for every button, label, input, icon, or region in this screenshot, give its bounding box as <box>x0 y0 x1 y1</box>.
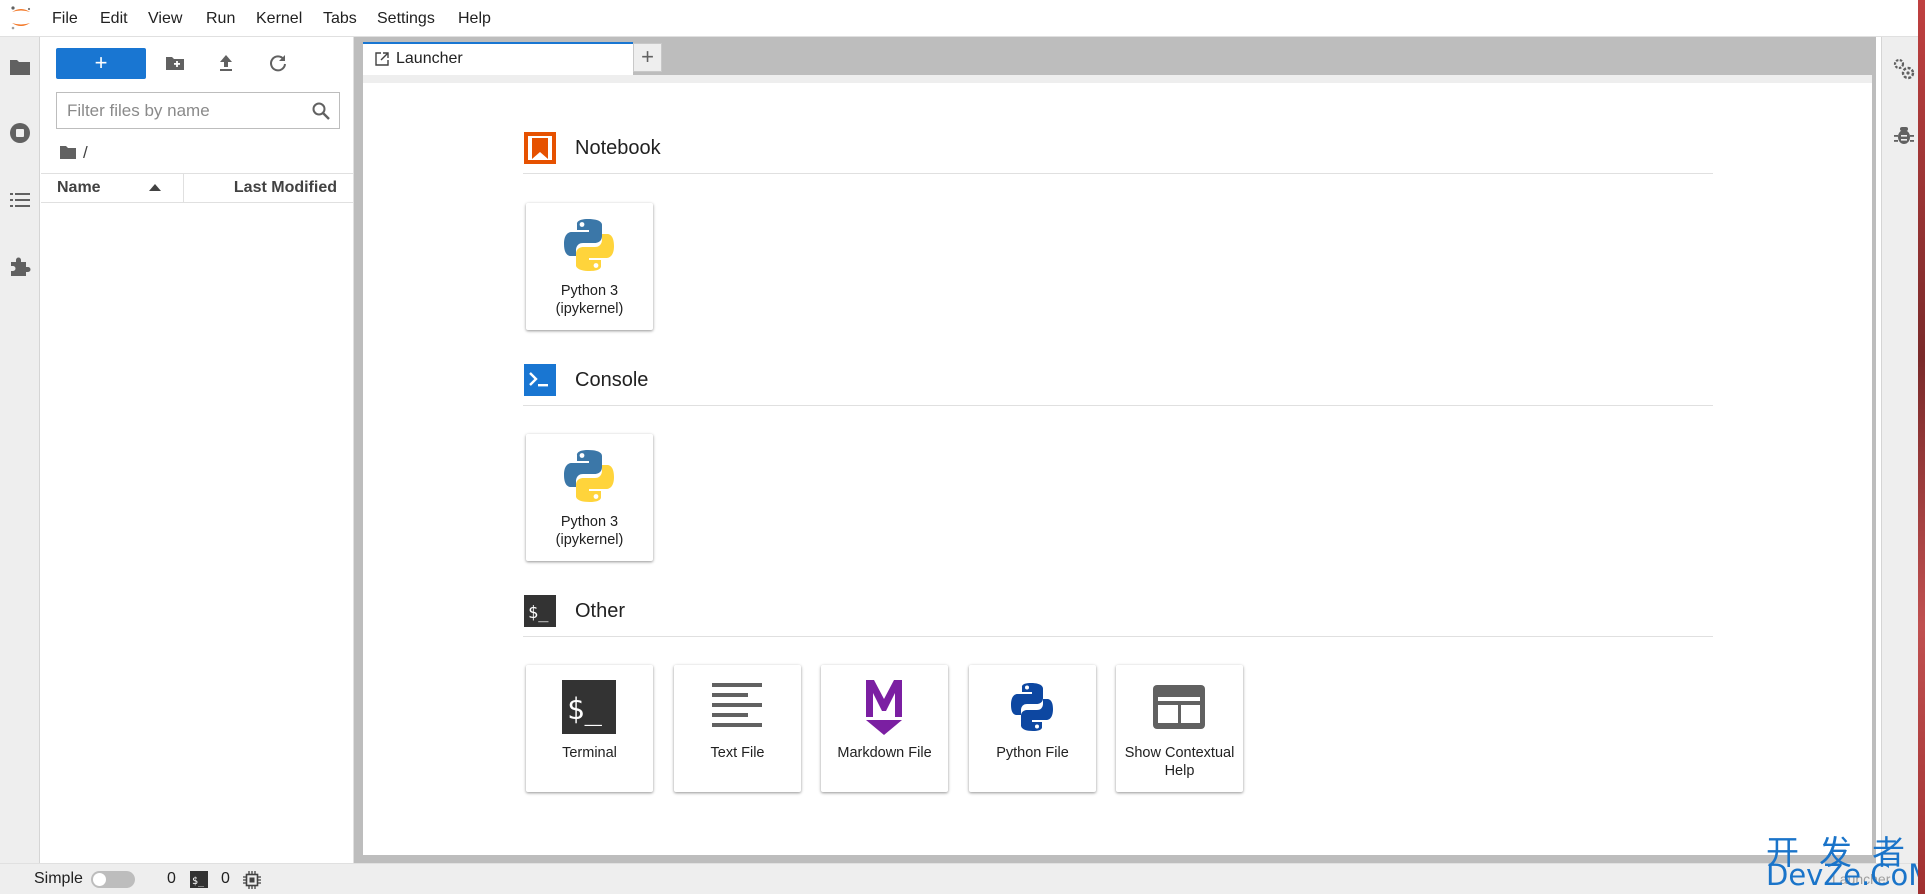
tab-label: Launcher <box>396 50 463 67</box>
section-title-other: Other <box>575 600 626 622</box>
file-list-header: Name Last Modified <box>41 173 353 203</box>
file-browser-panel: + / Name Last Modified <box>41 37 354 863</box>
card-label: Show Contextual Help <box>1124 745 1235 779</box>
home-folder-icon[interactable] <box>59 144 77 160</box>
console-icon <box>524 364 556 396</box>
launch-icon <box>375 52 389 66</box>
new-folder-icon[interactable] <box>164 52 186 74</box>
kernels-count[interactable]: 0 <box>167 864 176 894</box>
menu-edit[interactable]: Edit <box>91 0 137 37</box>
svg-text:$_: $_ <box>567 692 602 727</box>
toggle-knob <box>93 873 106 886</box>
column-name[interactable]: Name <box>57 174 101 202</box>
kernel-cpu-icon[interactable] <box>243 871 261 889</box>
card-contextual-help[interactable]: Show Contextual Help <box>1116 665 1243 792</box>
watermark-en: DevZe.CoM <box>1766 858 1925 892</box>
jupyter-logo-icon <box>11 6 31 30</box>
menu-tabs[interactable]: Tabs <box>314 0 366 37</box>
contextual-help-icon <box>1153 685 1205 729</box>
card-label: Python File <box>996 745 1069 761</box>
status-bar: Simple 0 $_ 0 Launcher <box>0 863 1925 894</box>
text-file-icon <box>712 683 762 727</box>
sort-ascending-icon[interactable] <box>149 184 161 191</box>
property-inspector-gears-icon[interactable] <box>1892 57 1916 81</box>
card-markdown-file[interactable]: Markdown File <box>821 665 948 792</box>
menu-help[interactable]: Help <box>449 0 500 37</box>
menu-settings[interactable]: Settings <box>368 0 444 37</box>
menubar: File Edit View Run Kernel Tabs Settings … <box>0 0 1925 37</box>
upload-icon[interactable] <box>215 52 237 74</box>
menu-kernel[interactable]: Kernel <box>247 0 311 37</box>
tab-bar: Launcher + <box>354 37 1876 75</box>
running-stop-icon[interactable] <box>9 122 31 144</box>
terminals-count[interactable]: 0 <box>221 864 230 894</box>
python-file-icon <box>1011 683 1053 731</box>
simple-mode-label: Simple <box>34 870 83 887</box>
section-other: $_ Other <box>523 586 1713 637</box>
tab-launcher[interactable]: Launcher <box>363 42 633 75</box>
card-label: Terminal <box>562 745 617 761</box>
debugger-bug-icon[interactable] <box>1893 124 1915 146</box>
card-label: Text File <box>710 745 765 761</box>
background-edge-strip <box>1918 0 1925 894</box>
launcher-panel: Notebook Python 3 (ipykernel) Console Py… <box>363 75 1872 855</box>
simple-mode-toggle[interactable] <box>91 871 135 888</box>
new-launcher-button[interactable]: + <box>56 48 146 79</box>
column-divider[interactable] <box>183 174 184 202</box>
terminal-icon: $_ <box>562 680 616 734</box>
python-logo-icon <box>564 219 614 271</box>
column-last-modified[interactable]: Last Modified <box>234 174 337 202</box>
menu-view[interactable]: View <box>139 0 191 37</box>
card-notebook-python3[interactable]: Python 3 (ipykernel) <box>526 203 653 330</box>
markdown-icon <box>866 680 902 735</box>
notebook-icon <box>524 132 556 164</box>
svg-text:$_: $_ <box>192 876 205 887</box>
breadcrumb-root[interactable]: / <box>83 141 88 165</box>
card-label: Markdown File <box>837 745 932 761</box>
filter-files-box <box>56 92 340 129</box>
main-dock-area: Launcher + Notebook Python 3 (ipykernel) <box>354 37 1876 863</box>
search-icon[interactable] <box>311 101 331 121</box>
section-title-notebook: Notebook <box>575 137 661 159</box>
add-tab-button[interactable]: + <box>633 43 662 72</box>
card-python-file[interactable]: Python File <box>969 665 1096 792</box>
filter-files-input[interactable] <box>67 99 297 123</box>
terminal-section-icon: $_ <box>524 595 556 627</box>
section-notebook: Notebook <box>523 123 1713 174</box>
svg-text:$_: $_ <box>528 603 549 623</box>
refresh-icon[interactable] <box>267 52 289 74</box>
menu-run[interactable]: Run <box>197 0 244 37</box>
python-logo-icon <box>564 450 614 502</box>
card-label: Python 3 (ipykernel) <box>555 283 624 317</box>
menu-file[interactable]: File <box>43 0 87 37</box>
terminal-status-icon[interactable]: $_ <box>190 871 208 888</box>
table-of-contents-icon[interactable] <box>9 189 31 211</box>
left-activity-bar <box>0 37 40 863</box>
card-text-file[interactable]: Text File <box>674 665 801 792</box>
extension-puzzle-icon[interactable] <box>9 255 31 277</box>
card-console-python3[interactable]: Python 3 (ipykernel) <box>526 434 653 561</box>
section-console: Console <box>523 355 1713 406</box>
section-title-console: Console <box>575 369 649 391</box>
card-label: Python 3 (ipykernel) <box>555 514 624 548</box>
card-terminal[interactable]: $_ Terminal <box>526 665 653 792</box>
folder-icon[interactable] <box>9 56 31 78</box>
